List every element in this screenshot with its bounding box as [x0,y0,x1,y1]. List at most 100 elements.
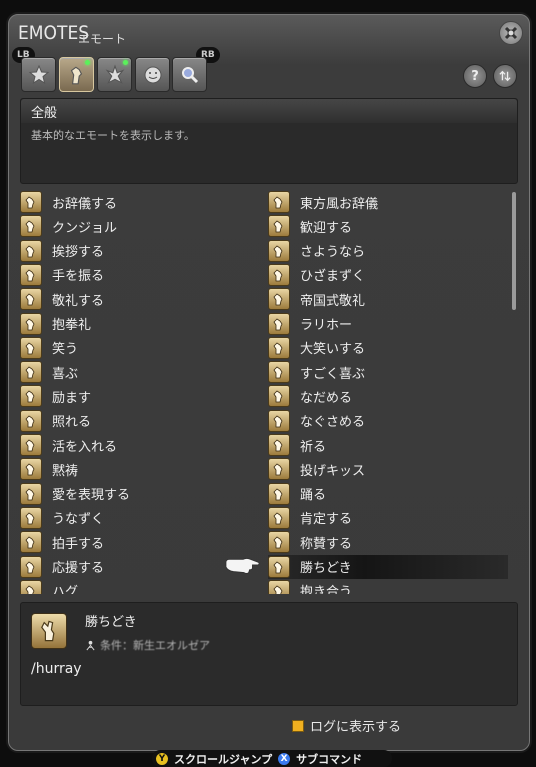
emote-label: すごく喜ぶ [300,366,366,382]
emote-item[interactable]: なぐさめる [268,409,365,433]
emote-general-icon [70,66,82,84]
tab-favorites[interactable] [21,57,56,92]
emote-label: 投げキッス [300,463,366,479]
emote-label: なぐさめる [300,415,366,431]
log-toggle[interactable]: ログに表示する [292,716,401,735]
emote-icon [20,215,42,238]
emote-item[interactable]: 歓迎する [268,214,352,238]
emote-label: 祈る [300,439,327,455]
emote-item[interactable]: 帝国式敬礼 [268,287,365,311]
emote-label: 挨拶する [52,245,105,261]
emote-icon [20,434,42,456]
emote-item[interactable]: 挨拶する [20,239,104,263]
emote-icon [268,263,290,286]
emote-label: 励ます [52,390,92,406]
emote-item[interactable]: すごく喜ぶ [268,360,365,384]
emote-icon [268,336,290,359]
emote-item[interactable]: 活を入れる [20,433,117,457]
detail-emote-name: 勝ちどき [85,615,137,630]
emote-item[interactable]: さようなら [268,239,365,263]
emote-item[interactable]: 投げキッス [268,457,365,481]
tab-general[interactable] [59,57,94,92]
person-icon [86,640,95,650]
emote-item[interactable]: うなずく [20,506,104,530]
detail-command: /hurray [31,661,82,677]
emote-item[interactable]: 拍手する [20,530,104,554]
sort-icon [499,70,511,82]
emote-label: 笑う [52,342,79,358]
emote-label: さようなら [300,245,366,261]
emote-icon [20,409,42,432]
tab-search[interactable] [172,57,207,92]
emote-item[interactable]: 抱き合う [268,579,352,594]
emote-label: クンジョル [52,220,118,236]
emote-item[interactable]: 肯定する [268,506,352,530]
emote-label: 歓迎する [300,220,353,236]
new-indicator [85,60,90,65]
help-icon: ? [471,68,479,84]
emote-item[interactable]: 黙祷 [20,457,78,481]
emote-icon [20,482,42,505]
emote-label: 応援する [52,561,105,576]
emote-item[interactable]: 抱拳礼 [20,312,91,336]
emote-item[interactable]: 敬礼する [20,287,104,311]
emote-item[interactable]: 照れる [20,409,91,433]
scrollbar[interactable] [512,192,516,310]
emote-label: 抱き合う [300,585,353,594]
emote-label: 東方風お辞儀 [300,196,379,212]
emote-item[interactable]: 大笑いする [268,336,365,360]
search-icon [181,66,198,83]
emote-item[interactable]: 称賛する [268,530,352,554]
emote-item[interactable]: お辞儀する [20,190,117,214]
emote-label: ハグ [52,585,79,594]
log-checkbox[interactable] [292,719,304,732]
emote-icon [20,458,42,481]
emote-icon [20,361,42,384]
emote-icon [268,239,290,262]
emote-label: うなずく [52,512,105,528]
emote-item[interactable]: 喜ぶ [20,360,78,384]
x-button-icon: X [278,752,291,765]
emote-item[interactable]: クンジョル [20,214,117,238]
emote-list: お辞儀するクンジョル挨拶する手を振る敬礼する 抱拳礼笑う喜ぶ励ます照れる活を入れる… [18,190,508,594]
help-button[interactable]: ? [463,64,487,88]
emote-label: 活を入れる [52,439,118,455]
emote-item[interactable]: 勝ちどき [268,554,508,579]
close-button[interactable] [499,21,523,45]
emote-item[interactable]: 祈る [268,433,326,457]
emote-item[interactable]: ハグ [20,579,78,594]
emote-icon [20,531,42,554]
y-button-icon: Y [156,752,168,765]
emote-item[interactable]: 励ます [20,384,91,408]
emote-label: ひざまずく [300,269,366,285]
emote-item[interactable]: ひざまずく [268,263,365,287]
emote-icon [20,288,42,311]
emote-item[interactable]: 手を振る [20,263,104,287]
emote-label: 称賛する [300,536,353,552]
emote-item[interactable]: ラリホー [268,312,352,336]
emote-item[interactable]: 踊る [268,482,326,506]
category-title: 全般 [31,106,58,121]
log-toggle-label: ログに表示する [310,720,402,735]
detail-requirement: 条件：新生エオルゼア [85,637,210,653]
emote-label: 黙祷 [52,463,79,479]
emote-label: 愛を表現する [52,488,131,504]
emote-label: 大笑いする [300,342,366,358]
tab-special[interactable] [97,57,132,92]
tab-expressions[interactable] [135,57,170,92]
emote-item[interactable]: 東方風お辞儀 [268,190,378,214]
scroll-jump-label: スクロールジャンプ [174,752,273,766]
emote-label: 照れる [52,415,92,431]
emote-icon [268,555,290,578]
emote-icon [268,506,290,529]
subcommand-label: サブコマンド [296,752,363,766]
emote-label: 手を振る [52,269,105,285]
emote-item[interactable]: 愛を表現する [20,482,130,506]
emote-item[interactable]: 笑う [20,336,78,360]
star-icon [28,64,49,84]
emote-label: なだめる [300,390,353,406]
emote-label: 踊る [300,488,327,504]
sort-button[interactable] [493,64,517,88]
emote-item[interactable]: 応援する [20,555,104,579]
emote-item[interactable]: なだめる [268,384,352,408]
